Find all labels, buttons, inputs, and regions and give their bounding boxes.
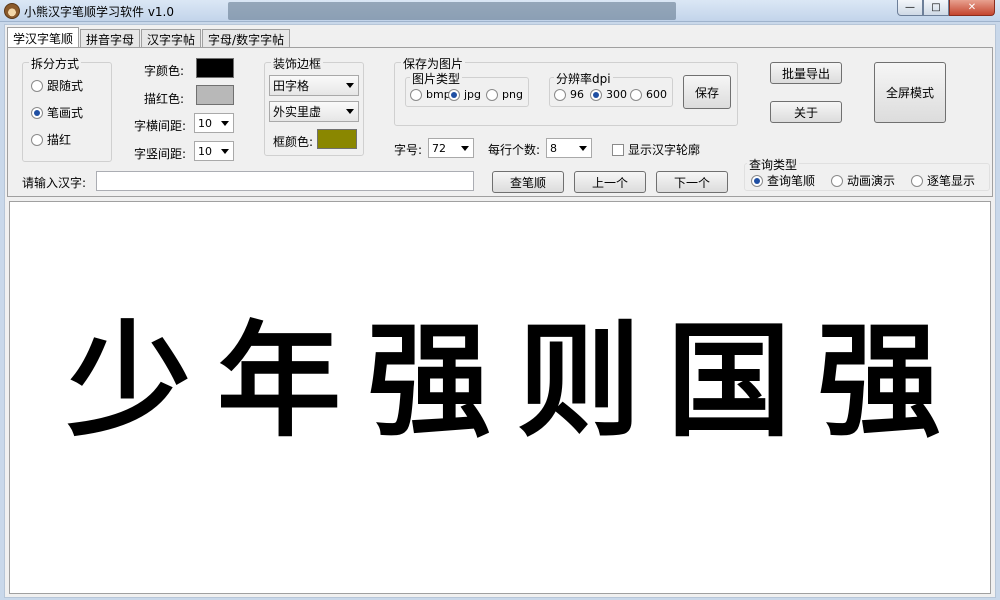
font-size-select[interactable]: 72 xyxy=(428,138,474,158)
hanzi-char: 少 xyxy=(66,309,191,454)
about-button[interactable]: 关于 xyxy=(770,101,842,123)
hanzi-char: 年 xyxy=(216,309,341,454)
border-style-select[interactable]: 田字格 xyxy=(269,75,359,96)
hanzi-char: 国 xyxy=(666,309,791,454)
v-spacing-label: 字竖间距: xyxy=(134,147,187,161)
dpi-option-600[interactable]: 600 xyxy=(630,88,667,101)
background-window-ghost xyxy=(228,2,676,20)
chevron-down-icon xyxy=(346,83,354,88)
radio-icon[interactable] xyxy=(911,174,923,187)
radio-icon[interactable] xyxy=(410,88,422,101)
radio-icon[interactable] xyxy=(630,88,642,101)
show-outline-checkbox[interactable]: 显示汉字轮廓 xyxy=(612,141,700,158)
image-type-group: 图片类型 bmp jpg png xyxy=(405,70,529,107)
split-mode-group: 拆分方式 跟随式 笔画式 描红 xyxy=(22,55,112,162)
save-button[interactable]: 保存 xyxy=(683,75,731,109)
radio-icon[interactable] xyxy=(554,88,566,101)
trace-color-swatch[interactable] xyxy=(196,85,234,105)
radio-checked-icon[interactable] xyxy=(751,174,763,187)
fullscreen-button[interactable]: 全屏模式 xyxy=(874,62,946,123)
hanzi-input[interactable] xyxy=(96,171,474,191)
next-button[interactable]: 下一个 xyxy=(656,171,728,193)
split-option-follow[interactable]: 跟随式 xyxy=(31,77,83,94)
radio-icon[interactable] xyxy=(31,79,43,92)
border-group: 装饰边框 田字格 外实里虚 框颜色: xyxy=(264,55,364,156)
title-bar: 小熊汉字笔顺学习软件 v1.0 — □ ✕ xyxy=(0,0,1000,22)
query-type-group: 查询类型 查询笔顺 动画演示 逐笔显示 xyxy=(744,156,990,191)
per-row-label: 每行个数: xyxy=(488,143,541,157)
maximize-button[interactable]: □ xyxy=(923,0,949,16)
radio-checked-icon[interactable] xyxy=(31,106,43,119)
radio-checked-icon[interactable] xyxy=(590,88,602,101)
dpi-option-96[interactable]: 96 xyxy=(554,88,584,101)
minimize-button[interactable]: — xyxy=(897,0,923,16)
radio-checked-icon[interactable] xyxy=(448,88,460,101)
main-window: 学汉字笔顺 拼音字母 汉字字帖 字母/数字字帖 拆分方式 跟随式 笔画式 描红 … xyxy=(4,24,996,598)
query-option-step[interactable]: 逐笔显示 xyxy=(911,172,975,189)
h-spacing-label: 字横间距: xyxy=(134,119,187,133)
border-line-select[interactable]: 外实里虚 xyxy=(269,101,359,122)
chevron-down-icon xyxy=(346,109,354,114)
type-option-bmp[interactable]: bmp xyxy=(410,88,451,101)
query-type-title: 查询类型 xyxy=(747,156,800,173)
tab-pinyin[interactable]: 拼音字母 xyxy=(80,29,141,48)
hanzi-canvas: 少 年 强 则 国 强 xyxy=(9,201,991,594)
tab-strip: 学汉字笔顺 拼音字母 汉字字帖 字母/数字字帖 xyxy=(7,27,291,48)
radio-icon[interactable] xyxy=(486,88,498,101)
tab-hanzi-stroke-order[interactable]: 学汉字笔顺 xyxy=(7,27,80,48)
image-type-title: 图片类型 xyxy=(410,70,463,87)
per-row-select[interactable]: 8 xyxy=(546,138,592,158)
chevron-down-icon xyxy=(461,146,469,151)
radio-icon[interactable] xyxy=(31,133,43,146)
hanzi-input-label: 请输入汉字: xyxy=(22,176,87,190)
char-color-swatch[interactable] xyxy=(196,58,234,78)
font-size-label: 字号: xyxy=(394,143,423,157)
query-option-animation[interactable]: 动画演示 xyxy=(831,172,895,189)
lookup-stroke-button[interactable]: 查笔顺 xyxy=(492,171,564,193)
char-color-label: 字颜色: xyxy=(144,64,185,78)
h-spacing-select[interactable]: 10 xyxy=(194,113,234,133)
dpi-title: 分辨率dpi xyxy=(554,70,613,87)
save-image-group: 保存为图片 图片类型 bmp jpg png 分辨率dpi 96 300 600… xyxy=(394,55,738,126)
trace-color-label: 描红色: xyxy=(144,92,185,106)
close-button[interactable]: ✕ xyxy=(949,0,995,16)
tab-hanzi-copybook[interactable]: 汉字字帖 xyxy=(141,29,202,48)
radio-icon[interactable] xyxy=(831,174,843,187)
dpi-option-300[interactable]: 300 xyxy=(590,88,627,101)
type-option-png[interactable]: png xyxy=(486,88,523,101)
border-title: 装饰边框 xyxy=(271,55,324,72)
batch-export-button[interactable]: 批量导出 xyxy=(770,62,842,84)
hanzi-char: 强 xyxy=(816,309,941,454)
chevron-down-icon xyxy=(221,149,229,154)
type-option-jpg[interactable]: jpg xyxy=(448,88,481,101)
chevron-down-icon xyxy=(221,121,229,126)
split-mode-title: 拆分方式 xyxy=(29,55,82,72)
tab-panel: 拆分方式 跟随式 笔画式 描红 字颜色: 描红色: 字横间距: 10 字竖间距:… xyxy=(7,47,993,197)
frame-color-label: 框颜色: xyxy=(273,135,314,149)
prev-button[interactable]: 上一个 xyxy=(574,171,646,193)
hanzi-char: 则 xyxy=(516,309,641,454)
split-option-stroke[interactable]: 笔画式 xyxy=(31,104,83,121)
window-title: 小熊汉字笔顺学习软件 v1.0 xyxy=(24,5,175,19)
hanzi-row: 少 年 强 则 国 强 xyxy=(54,320,954,444)
split-option-trace[interactable]: 描红 xyxy=(31,131,71,148)
dpi-group: 分辨率dpi 96 300 600 xyxy=(549,70,673,107)
bear-app-icon xyxy=(4,3,20,19)
hanzi-char: 强 xyxy=(366,309,491,454)
v-spacing-select[interactable]: 10 xyxy=(194,141,234,161)
query-option-stroke[interactable]: 查询笔顺 xyxy=(751,172,815,189)
frame-color-swatch[interactable] xyxy=(317,129,357,149)
chevron-down-icon xyxy=(579,146,587,151)
tab-letter-number-copybook[interactable]: 字母/数字字帖 xyxy=(202,29,291,48)
checkbox-icon[interactable] xyxy=(612,143,624,156)
